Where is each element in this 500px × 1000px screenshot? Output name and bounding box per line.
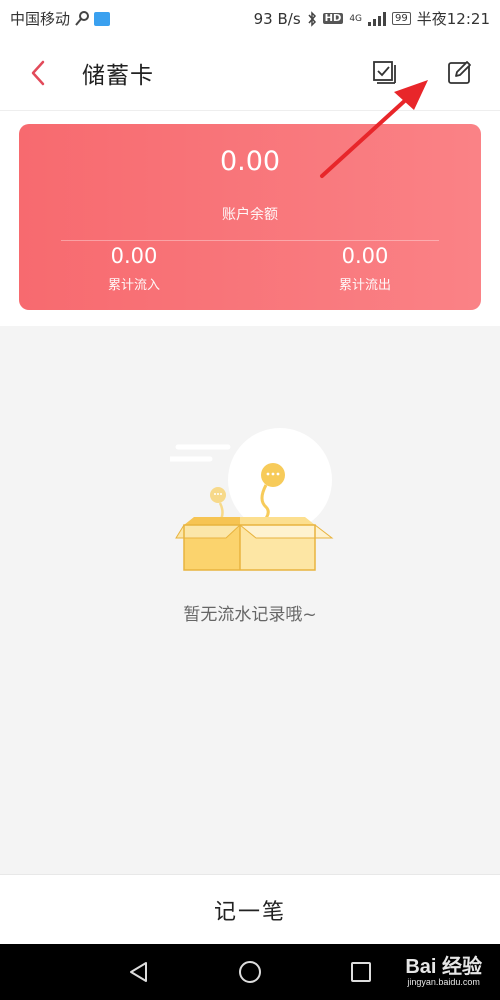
balance-label: 账户余额 — [222, 207, 278, 223]
outflow-stat: 0.00 累计流出 — [265, 244, 465, 293]
back-arrow-icon[interactable] — [24, 58, 54, 88]
battery-icon: 99 — [392, 12, 411, 25]
baidu-jingyan-watermark: Bai 经验 jingyan.baidu.com — [405, 950, 482, 987]
empty-message: 暂无流水记录哦~ — [183, 605, 317, 625]
status-left: 中国移动 — [10, 8, 111, 29]
page-title: 储蓄卡 — [82, 63, 154, 89]
outflow-label: 累计流出 — [338, 278, 391, 293]
nav-back-icon[interactable] — [128, 961, 150, 983]
header: 储蓄卡 — [0, 36, 500, 111]
inflow-label: 累计流入 — [107, 278, 160, 293]
outflow-value: 0.00 — [341, 244, 389, 268]
key-icon — [75, 10, 90, 26]
network-speed: 93 B/s — [253, 9, 301, 28]
inflow-value: 0.00 — [110, 244, 158, 268]
status-right: 93 B/s HD 4G 99 半夜12:21 — [254, 8, 490, 29]
hd-icon: HD — [322, 13, 344, 24]
bluetooth-icon — [308, 10, 316, 27]
nav-home-icon[interactable] — [238, 960, 262, 984]
nav-recent-apps-icon[interactable] — [350, 961, 372, 983]
checklist-icon[interactable] — [370, 58, 398, 86]
balance-value: 0.00 — [219, 146, 281, 177]
navigation-bar: Bai 经验 jingyan.baidu.com — [0, 944, 500, 1000]
watermark-site: jingyan.baidu.com — [407, 977, 480, 987]
watermark-brand: Bai 经验 — [405, 956, 482, 978]
carrier-name: 中国移动 — [10, 10, 71, 28]
card-divider — [61, 240, 439, 241]
balance-section: 0.00 账户余额 0.00 累计流入 0.00 累计流出 — [0, 111, 500, 326]
clock: 半夜12:21 — [416, 10, 490, 28]
balance-card: 0.00 账户余额 0.00 累计流入 0.00 累计流出 — [19, 124, 481, 310]
inflow-stat: 0.00 累计流入 — [34, 244, 234, 293]
photo-notification-icon — [94, 11, 111, 26]
signal-icon — [368, 11, 387, 26]
signal-type: 4G — [349, 13, 363, 24]
edit-icon[interactable] — [446, 58, 474, 86]
status-bar: 中国移动 93 B/s HD 4G 99 半夜12:21 — [0, 0, 500, 36]
add-record-button[interactable]: 记一笔 — [0, 874, 500, 945]
empty-box-illustration — [170, 428, 334, 571]
